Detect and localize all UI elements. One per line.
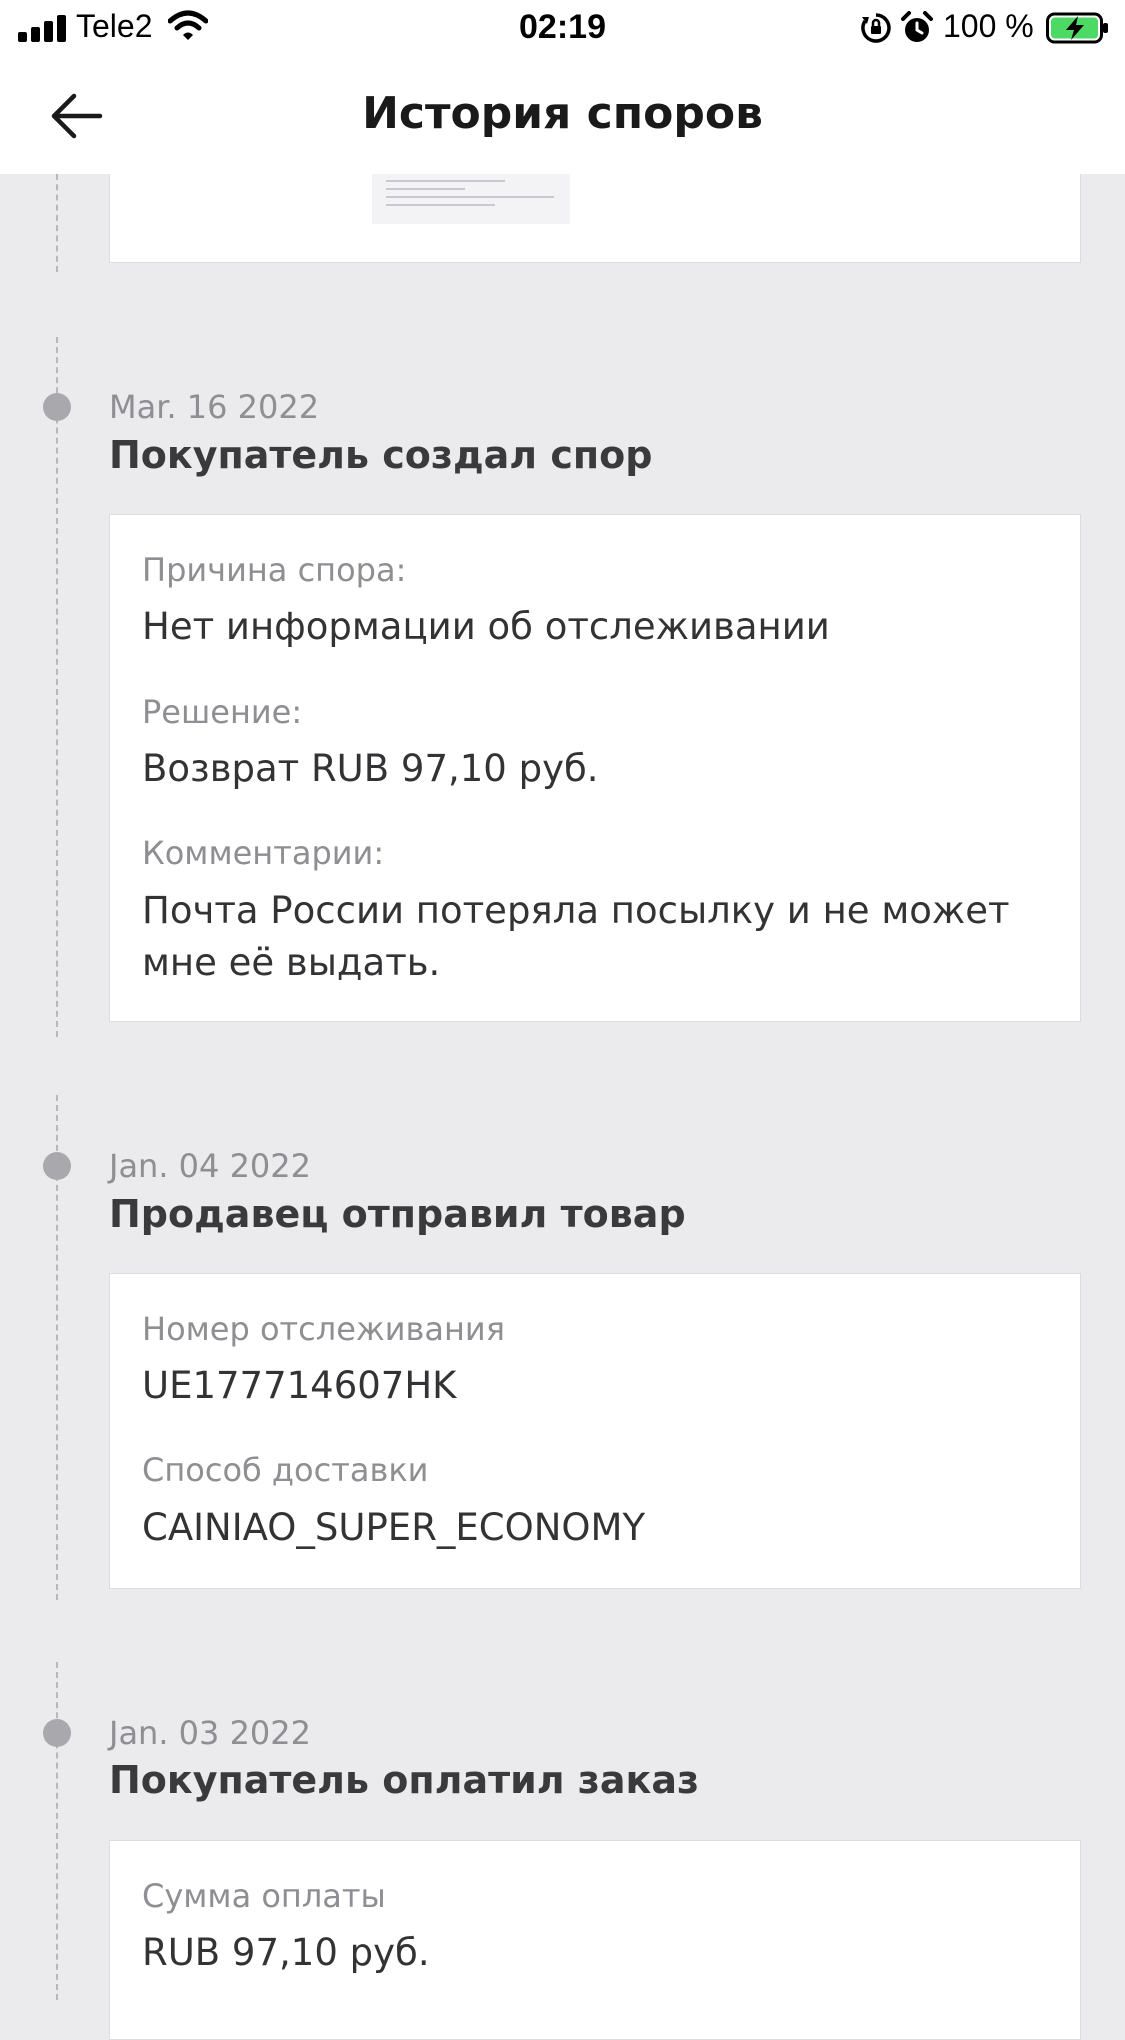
event-card: Номер отслеживания UE177714607HK Способ … [109,1273,1081,1589]
battery-percentage: 100 % [943,8,1034,44]
timeline-line [56,1662,58,2000]
field-value: Почта России потеряла посылку и не может… [142,889,1010,984]
field-label: Номер отслеживания [142,1310,505,1348]
alarm-icon [900,11,934,49]
page-title: История споров [362,88,763,139]
field-value: CAINIAO_SUPER_ECONOMY [142,1506,646,1549]
field-value: RUB 97,10 руб. [142,1931,430,1974]
field-label: Комментарии: [142,834,385,872]
status-bar: Tele2 02:19 100 % [0,0,1125,58]
timeline-line [56,174,58,272]
event-card: Причина спора: Нет информации об отслежи… [109,514,1081,1022]
event-card: Сумма оплаты RUB 97,10 руб. [109,1840,1081,2040]
tracking-number[interactable]: UE177714607HK [142,1360,1042,1412]
field-label: Решение: [142,693,303,731]
event-date: Mar. 16 2022 [109,388,320,426]
event-date: Jan. 04 2022 [109,1147,311,1185]
orientation-lock-icon [860,12,892,48]
field-label: Причина спора: [142,551,407,589]
timeline-dot [43,1152,71,1180]
attachment-thumbnail[interactable] [372,174,570,224]
field-value: Возврат RUB 97,10 руб. [142,747,599,790]
event-title: Покупатель оплатил заказ [109,1758,700,1802]
event-title: Покупатель создал спор [109,433,653,477]
field-label: Способ доставки [142,1451,429,1489]
field-value: Нет информации об отслеживании [142,605,830,648]
nav-header: История споров [0,58,1125,174]
event-title: Продавец отправил товар [109,1192,686,1236]
battery-charging-icon [1046,12,1110,48]
timeline-dot [43,1719,71,1747]
timeline-line [56,337,58,1037]
event-date: Jan. 03 2022 [109,1714,311,1752]
field-label: Сумма оплаты [142,1877,386,1915]
timeline-dot [43,393,71,421]
